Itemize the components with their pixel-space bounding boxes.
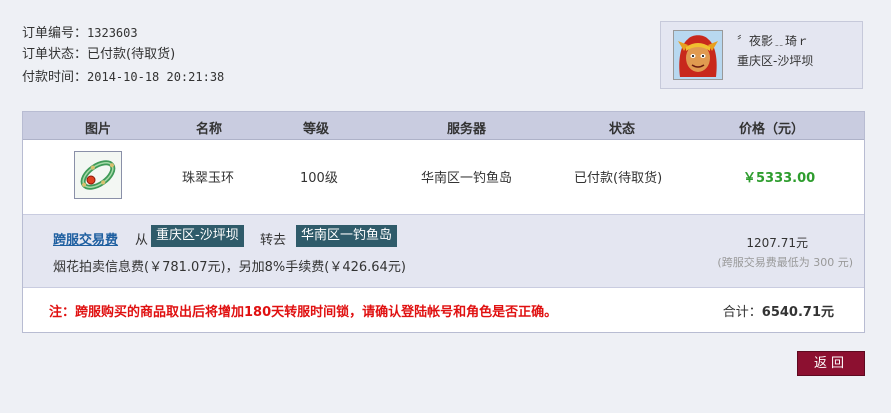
header-server: 服务器: [447, 122, 487, 137]
cross-server-fee-link[interactable]: 跨服交易费: [53, 229, 118, 248]
fee-from-label: 从: [135, 233, 149, 248]
order-status-row: 订单状态：已付款(待取货): [22, 44, 224, 66]
header-status: 状态: [609, 122, 636, 137]
cross-server-fee-row: 跨服交易费 从 重庆区-沙坪坝 转去 华南区一钓鱼岛 烟花拍卖信息费(￥781.…: [23, 215, 864, 288]
paid-time-row: 付款时间：2014-10-18 20:21:38: [22, 66, 224, 88]
item-price: ￥5333.00: [743, 171, 816, 186]
fee-to-label: 转去: [260, 233, 287, 248]
paid-time-label: 付款时间：: [22, 70, 88, 85]
order-total: 合计：6540.71元: [723, 301, 834, 320]
item-status: 已付款(待取货): [574, 171, 663, 186]
order-status: 已付款(待取货): [87, 47, 176, 62]
total-label: 合计：: [722, 305, 762, 320]
item-name: 珠翠玉环: [182, 171, 235, 186]
notice-row: 注：跨服购买的商品取出后将增加180天转服时间锁，请确认登陆帐号和角色是否正确。…: [23, 288, 864, 332]
fee-from-server: 重庆区-沙坪坝: [151, 225, 244, 247]
order-status-label: 订单状态：: [22, 47, 88, 62]
fee-amount: 1207.71元: [746, 236, 808, 250]
fee-detail: 烟花拍卖信息费(￥781.07元)，另加8%手续费(￥426.64元): [53, 260, 406, 275]
order-number-label: 订单编号：: [22, 26, 88, 41]
back-button[interactable]: 返回: [797, 351, 865, 376]
transfer-lock-notice: 注：跨服购买的商品取出后将增加180天转服时间锁，请确认登陆帐号和角色是否正确。: [49, 305, 558, 320]
fee-to-server: 华南区一钓鱼岛: [296, 225, 398, 247]
seller-card: 〞夜影﹎琦ｒ 重庆区-沙坪坝: [660, 21, 863, 89]
header-image: 图片: [85, 122, 112, 137]
paid-time: 2014-10-18 20:21:38: [87, 70, 225, 84]
total-value: 6540.71元: [761, 305, 834, 320]
order-table: 图片 名称 等级 服务器 状态 价格（元） 珠翠玉环 100级 华南区一钓鱼岛 …: [22, 111, 865, 333]
table-header: 图片 名称 等级 服务器 状态 价格（元）: [23, 112, 864, 140]
item-server: 华南区一钓鱼岛: [421, 171, 513, 186]
fee-minimum-note: (跨服交易费最低为 300 元): [717, 256, 853, 269]
seller-name: 〞夜影﹎琦ｒ: [737, 34, 810, 48]
header-level: 等级: [303, 122, 330, 137]
header-price: 价格（元）: [739, 122, 805, 137]
item-level: 100级: [300, 171, 338, 186]
table-row: 珠翠玉环 100级 华南区一钓鱼岛 已付款(待取货) ￥5333.00: [23, 140, 864, 215]
seller-server: 重庆区-沙坪坝: [737, 54, 814, 68]
warrior-avatar-icon[interactable]: [673, 30, 723, 80]
order-number: 1323603: [87, 26, 138, 40]
order-number-row: 订单编号：1323603: [22, 22, 224, 44]
order-info: 订单编号：1323603 订单状态：已付款(待取货) 付款时间：2014-10-…: [22, 22, 224, 88]
jade-bracelet-icon[interactable]: [74, 151, 122, 199]
header-name: 名称: [196, 122, 223, 137]
